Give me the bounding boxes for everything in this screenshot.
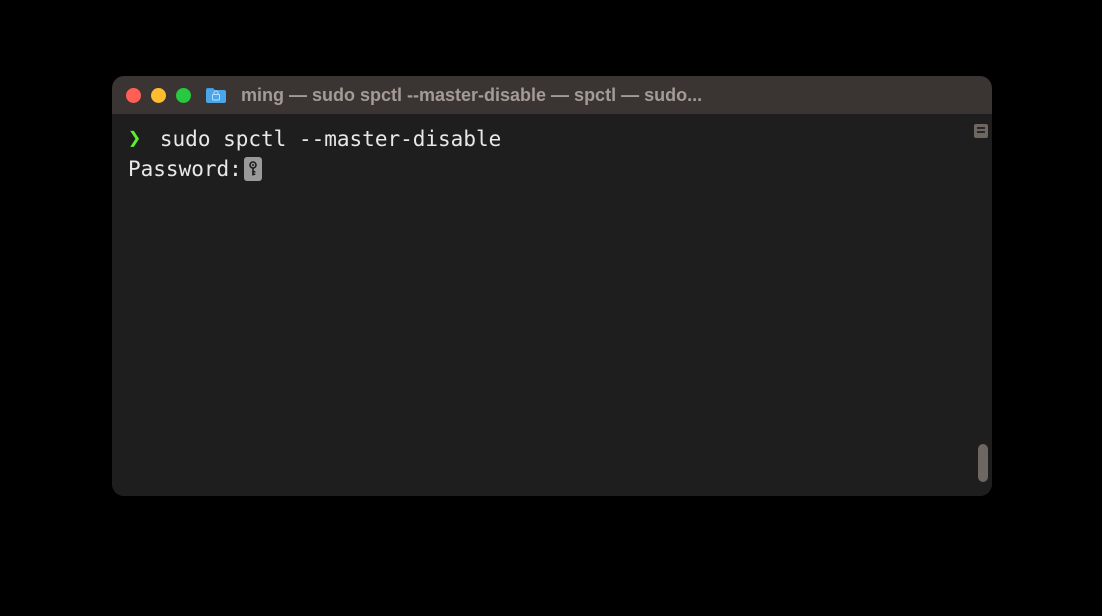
command-line: ❯ sudo spctl --master-disable: [128, 124, 976, 155]
minimize-button[interactable]: [151, 88, 166, 103]
password-label: Password:: [128, 155, 242, 184]
scrollbar-thumb[interactable]: [978, 444, 988, 482]
prompt-symbol: ❯: [128, 124, 141, 155]
password-prompt-line: Password:: [128, 155, 976, 184]
maximize-button[interactable]: [176, 88, 191, 103]
terminal-window: ming — sudo spctl --master-disable — spc…: [112, 76, 992, 496]
window-title: ming — sudo spctl --master-disable — spc…: [241, 85, 702, 106]
folder-icon: [205, 87, 227, 104]
terminal-body[interactable]: ❯ sudo spctl --master-disable Password:: [112, 114, 992, 496]
window-titlebar[interactable]: ming — sudo spctl --master-disable — spc…: [112, 76, 992, 114]
scrollback-indicator-icon[interactable]: [974, 124, 988, 138]
command-text: sudo spctl --master-disable: [147, 125, 501, 154]
key-icon: [244, 157, 262, 181]
close-button[interactable]: [126, 88, 141, 103]
